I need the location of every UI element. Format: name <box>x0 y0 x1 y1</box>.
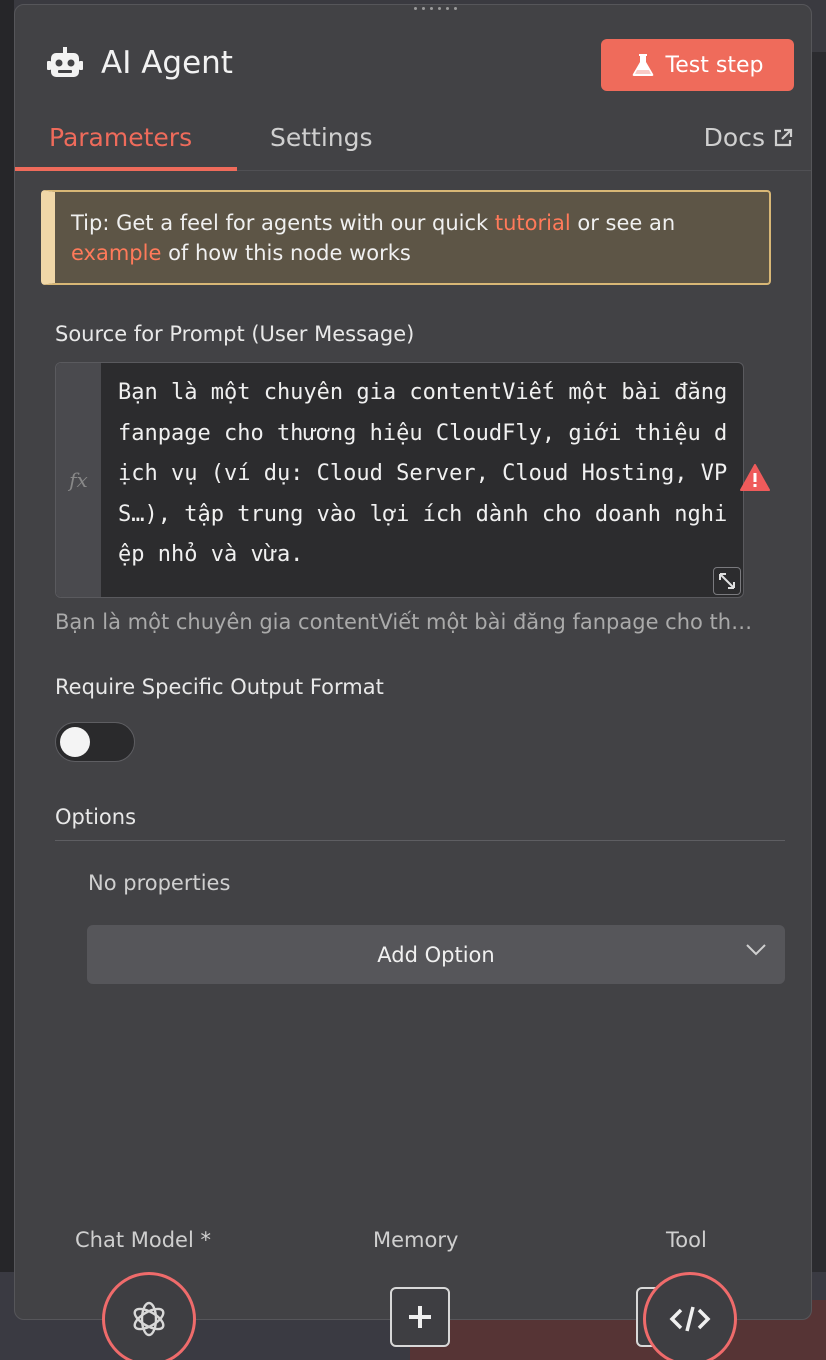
tab-settings[interactable]: Settings <box>270 123 373 152</box>
fx-icon: fx <box>56 363 101 597</box>
test-step-label: Test step <box>665 52 764 78</box>
flask-icon <box>632 54 653 76</box>
docs-label: Docs <box>703 123 765 152</box>
prompt-label: Source for Prompt (User Message) <box>55 322 415 346</box>
prompt-expression-editor[interactable]: fx Bạn là một chuyên gia contentViết một… <box>55 362 744 598</box>
tool-label: Tool <box>666 1228 707 1252</box>
warning-icon <box>740 464 770 491</box>
no-properties-text: No properties <box>88 871 231 895</box>
tool-connector[interactable] <box>643 1272 737 1360</box>
panel-header: AI Agent Test step <box>15 5 811 125</box>
toggle-knob <box>60 727 90 757</box>
add-memory-button[interactable] <box>390 1287 450 1347</box>
options-divider <box>55 840 785 841</box>
openai-icon <box>133 1301 165 1337</box>
memory-label: Memory <box>373 1228 459 1252</box>
chat-model-label: Chat Model * <box>75 1228 211 1252</box>
add-option-label: Add Option <box>377 942 495 967</box>
docs-link[interactable]: Docs <box>704 123 793 152</box>
tip-text: or see an <box>570 211 676 235</box>
tip-text: Tip: Get a feel for agents with our quic… <box>71 211 495 235</box>
robot-icon <box>47 47 83 77</box>
external-link-icon <box>774 128 793 146</box>
options-label: Options <box>55 805 137 829</box>
example-link[interactable]: example <box>71 241 161 265</box>
tab-parameters[interactable]: Parameters <box>49 123 192 152</box>
test-step-button[interactable]: Test step <box>601 39 794 91</box>
active-tab-indicator <box>15 167 237 171</box>
code-icon <box>669 1306 711 1332</box>
chevron-down-icon <box>746 944 766 956</box>
tab-bar: Parameters Settings Docs <box>15 113 811 171</box>
tutorial-link[interactable]: tutorial <box>495 211 571 235</box>
canvas-left-edge <box>0 0 14 1360</box>
add-option-dropdown[interactable]: Add Option <box>87 925 785 984</box>
node-title: AI Agent <box>101 45 233 81</box>
plus-icon <box>409 1306 431 1328</box>
tip-callout: Tip: Get a feel for agents with our quic… <box>41 190 771 285</box>
prompt-text[interactable]: Bạn là một chuyên gia contentViết một bà… <box>118 373 738 576</box>
output-format-toggle[interactable] <box>55 722 135 762</box>
tip-text: of how this node works <box>161 241 411 265</box>
output-format-label: Require Specific Output Format <box>55 675 384 699</box>
expand-editor-icon[interactable] <box>713 567 741 595</box>
prompt-preview: Bạn là một chuyên gia contentViết một bà… <box>55 610 753 634</box>
chat-model-connector[interactable] <box>102 1272 196 1360</box>
